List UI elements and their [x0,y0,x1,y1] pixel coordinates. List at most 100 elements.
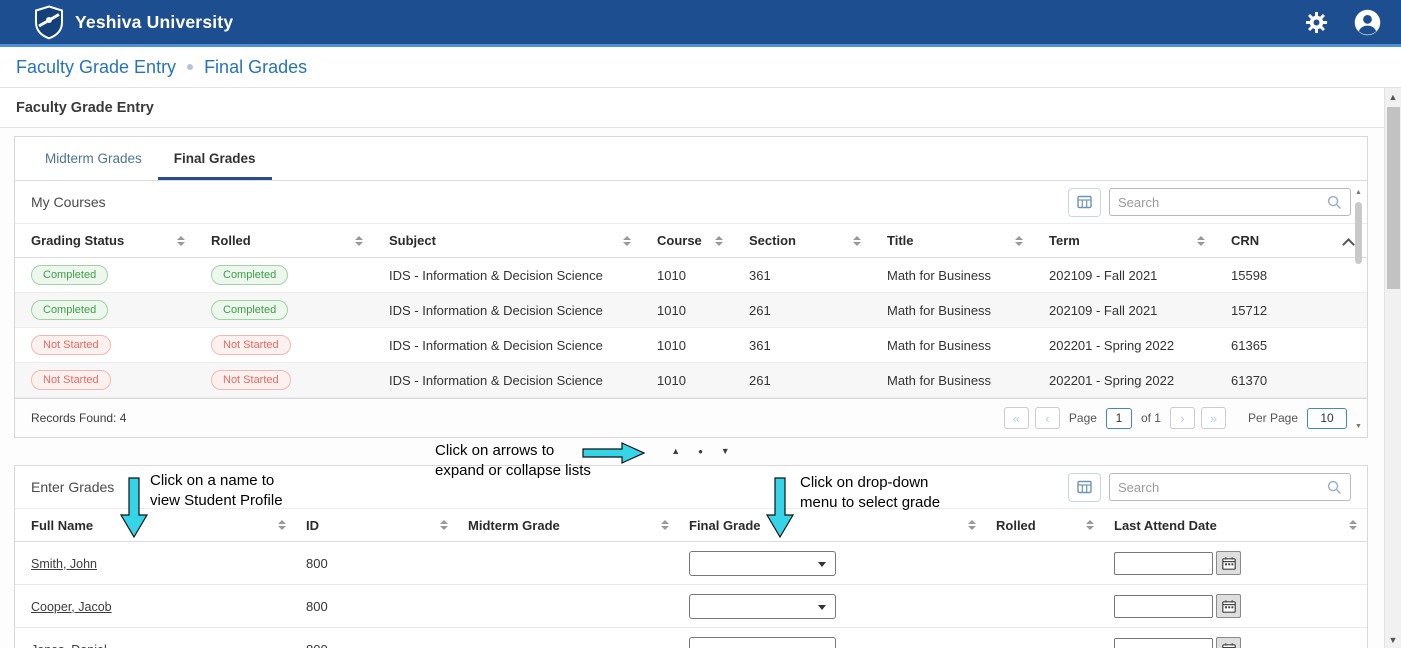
sort-icon[interactable] [177,236,185,246]
sort-icon[interactable] [278,520,286,530]
sort-icon[interactable] [661,520,669,530]
course-cell: 1010 [657,373,749,388]
prev-page-button[interactable]: ‹ [1035,407,1060,429]
column-midterm-grade[interactable]: Midterm Grade [468,518,689,533]
column-rolled[interactable]: Rolled [211,233,389,248]
last-attend-date-input[interactable] [1114,638,1213,648]
grid-settings-button[interactable] [1068,188,1101,217]
scroll-down-icon[interactable]: ▼ [1355,422,1362,432]
column-label: Last Attend Date [1114,518,1217,533]
sort-icon[interactable] [355,236,363,246]
user-profile-button[interactable] [1354,9,1381,36]
column-section[interactable]: Section [749,233,887,248]
last-page-button[interactable]: » [1201,407,1226,429]
sort-icon[interactable] [1015,236,1023,246]
courses-table-body: Completed Completed IDS - Information & … [15,258,1367,398]
table-row[interactable]: Completed Completed IDS - Information & … [15,293,1367,328]
subject-cell: IDS - Information & Decision Science [389,338,657,353]
student-id-cell: 800 [306,556,468,571]
page-number-input[interactable] [1106,408,1132,429]
expand-up-arrow[interactable]: ▲ [671,447,680,456]
table-row[interactable]: Not Started Not Started IDS - Informatio… [15,328,1367,363]
last-attend-date-input[interactable] [1114,595,1213,618]
calendar-button[interactable] [1216,637,1241,648]
page-scrollbar[interactable]: ▲ ▼ [1384,88,1401,648]
column-label: Full Name [31,518,93,533]
calendar-button[interactable] [1216,594,1241,618]
column-course[interactable]: Course [657,233,749,248]
column-final-grade[interactable]: Final Grade [689,518,996,533]
settings-gear-button[interactable] [1305,11,1328,34]
page-title-row: Faculty Grade Entry [0,88,1401,128]
scroll-up-icon[interactable]: ▲ [1355,188,1362,198]
courses-table-footer: Records Found: 4 « ‹ Page of 1 › » Per P… [15,398,1367,437]
student-name-link[interactable]: Smith, John [31,557,97,571]
column-term[interactable]: Term [1049,233,1231,248]
yu-shield-icon [34,5,64,40]
breadcrumb: Faculty Grade Entry Final Grades [0,47,1401,88]
per-page-input[interactable] [1307,408,1347,429]
sort-icon[interactable] [1086,520,1094,530]
column-label: Rolled [996,518,1036,533]
sort-icon[interactable] [715,236,723,246]
final-grade-select[interactable] [689,594,836,619]
expand-collapse-controls: ▲ • ▼ [0,438,1401,465]
tab-midterm-grades[interactable]: Midterm Grades [29,137,158,180]
column-subject[interactable]: Subject [389,233,657,248]
chevron-first-icon: « [1013,412,1020,425]
grading-status-badge: Completed [31,300,108,320]
enter-grades-panel: Enter Grades Full Name [14,465,1368,648]
course-cell: 1010 [657,338,749,353]
scrollbar-thumb[interactable] [1355,202,1362,264]
column-label: Final Grade [689,518,761,533]
chevron-next-icon: › [1180,412,1184,425]
term-cell: 202109 - Fall 2021 [1049,303,1231,318]
calendar-button[interactable] [1216,551,1241,575]
courses-scrollbar[interactable]: ▲ ▼ [1353,188,1364,432]
term-cell: 202109 - Fall 2021 [1049,268,1231,283]
scroll-up-button[interactable]: ▲ [1385,88,1401,105]
table-row[interactable]: Completed Completed IDS - Information & … [15,258,1367,293]
column-last-attend-date[interactable]: Last Attend Date [1114,518,1367,533]
scrollbar-track[interactable] [1354,198,1363,422]
sort-icon[interactable] [968,520,976,530]
breadcrumb-root-link[interactable]: Faculty Grade Entry [16,57,176,78]
course-cell: 1010 [657,268,749,283]
crn-cell: 61370 [1231,373,1367,388]
table-row[interactable]: Not Started Not Started IDS - Informatio… [15,363,1367,398]
sort-icon[interactable] [623,236,631,246]
sort-icon[interactable] [1197,236,1205,246]
column-rolled[interactable]: Rolled [996,518,1114,533]
column-label: ID [306,518,319,533]
collapse-down-arrow[interactable]: ▼ [721,447,730,456]
courses-search-input[interactable] [1118,195,1327,210]
sort-icon[interactable] [853,236,861,246]
first-page-button[interactable]: « [1004,407,1029,429]
student-id-cell: 800 [306,642,468,648]
column-grading-status[interactable]: Grading Status [31,233,211,248]
search-icon[interactable] [1327,480,1342,495]
final-grade-select[interactable] [689,637,836,648]
grid-settings-button[interactable] [1068,473,1101,502]
sort-icon[interactable] [1349,520,1357,530]
page-scrollbar-thumb[interactable] [1387,107,1400,289]
last-attend-date-input[interactable] [1114,552,1213,575]
search-icon[interactable] [1327,195,1342,210]
sort-icon[interactable] [440,520,448,530]
breadcrumb-separator-dot [187,64,193,70]
tab-final-grades[interactable]: Final Grades [158,137,272,180]
scroll-down-button[interactable]: ▼ [1385,631,1401,648]
next-page-button[interactable]: › [1170,407,1195,429]
student-name-link[interactable]: Cooper, Jacob [31,600,112,614]
final-grade-select[interactable] [689,551,836,576]
calendar-icon [1222,600,1236,613]
courses-search-box [1109,188,1351,216]
term-cell: 202201 - Spring 2022 [1049,338,1231,353]
chevron-prev-icon: ‹ [1045,412,1049,425]
column-label: Subject [389,233,436,248]
column-title[interactable]: Title [887,233,1049,248]
column-id[interactable]: ID [306,518,468,533]
column-full-name[interactable]: Full Name [31,518,306,533]
grades-search-input[interactable] [1118,480,1327,495]
student-name-link[interactable]: Jones, Daniel [31,643,107,648]
